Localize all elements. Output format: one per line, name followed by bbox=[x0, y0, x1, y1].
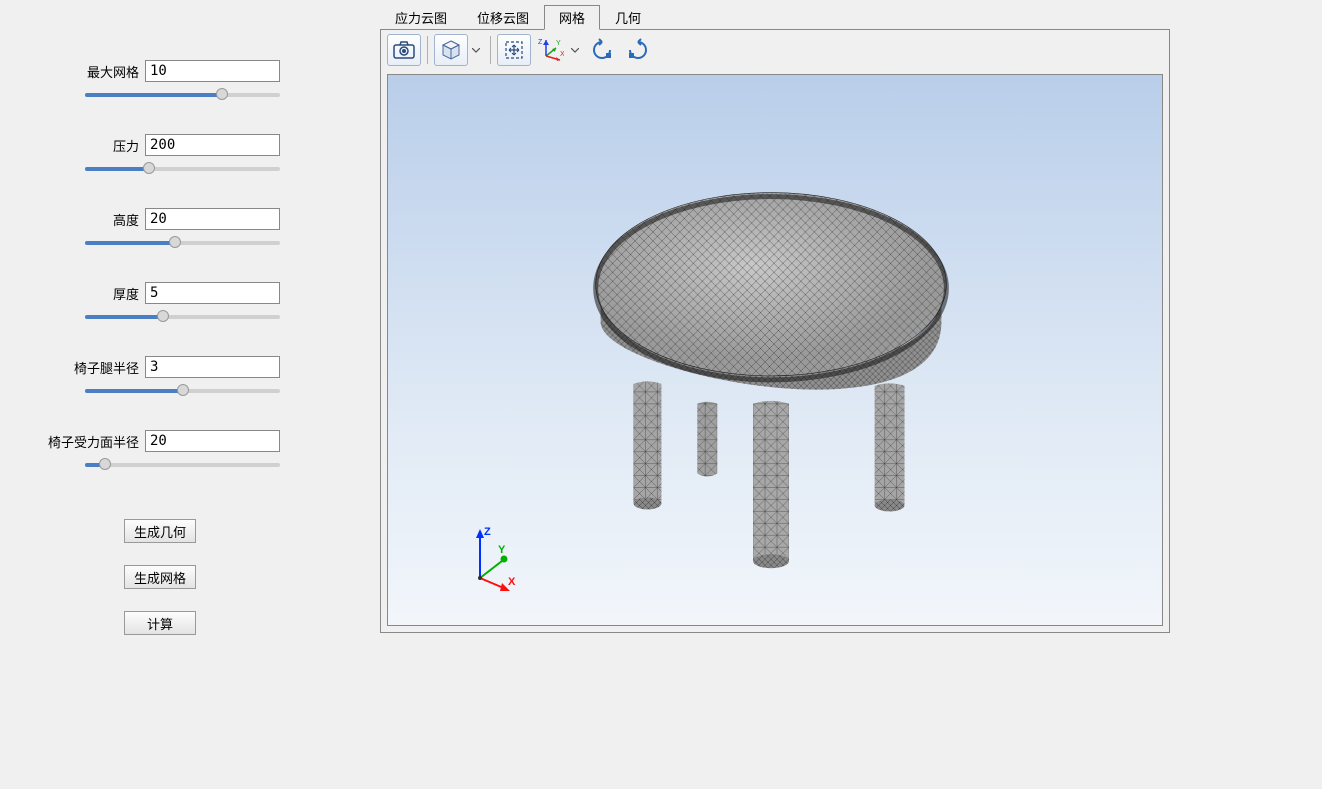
tab-geometry[interactable]: 几何 bbox=[600, 5, 656, 30]
viewport-3d[interactable]: Z Y X bbox=[387, 74, 1163, 626]
svg-text:Y: Y bbox=[498, 544, 506, 556]
slider-thickness[interactable] bbox=[85, 308, 280, 326]
label-thickness: 厚度 bbox=[113, 284, 139, 303]
input-leg-radius[interactable] bbox=[145, 356, 280, 378]
screenshot-button[interactable] bbox=[387, 34, 421, 66]
rotate-ccw-icon bbox=[589, 37, 615, 63]
slider-height[interactable] bbox=[85, 234, 280, 252]
generate-geometry-button[interactable]: 生成几何 bbox=[124, 519, 196, 543]
cube-icon bbox=[440, 39, 462, 61]
fit-view-button[interactable] bbox=[497, 34, 531, 66]
viewer-toolbar: X Y Z bbox=[381, 30, 1169, 70]
viewer-frame: X Y Z bbox=[380, 29, 1170, 633]
slider-surface-radius[interactable] bbox=[85, 456, 280, 474]
label-pressure: 压力 bbox=[113, 136, 139, 155]
view-cube-dropdown[interactable] bbox=[468, 34, 484, 66]
input-pressure[interactable] bbox=[145, 134, 280, 156]
rotate-cw-icon bbox=[625, 37, 651, 63]
chevron-down-icon bbox=[472, 48, 480, 53]
axis-orientation-dropdown[interactable] bbox=[567, 34, 583, 66]
label-height: 高度 bbox=[113, 210, 139, 229]
slider-max-mesh[interactable] bbox=[85, 86, 280, 104]
rotate-ccw-button[interactable] bbox=[585, 34, 619, 66]
label-leg-radius: 椅子腿半径 bbox=[74, 358, 139, 377]
label-max-mesh: 最大网格 bbox=[87, 62, 139, 81]
generate-mesh-button[interactable]: 生成网格 bbox=[124, 565, 196, 589]
param-row-leg-radius: 椅子腿半径 bbox=[20, 356, 360, 378]
tab-stress[interactable]: 应力云图 bbox=[380, 5, 462, 30]
svg-text:Z: Z bbox=[538, 39, 543, 46]
sidebar: 最大网格 压力 高度 bbox=[0, 0, 380, 789]
input-surface-radius[interactable] bbox=[145, 430, 280, 452]
input-max-mesh[interactable] bbox=[145, 60, 280, 82]
param-row-max-mesh: 最大网格 bbox=[20, 60, 360, 82]
chevron-down-icon bbox=[571, 48, 579, 53]
main-area: 应力云图 位移云图 网格 几何 bbox=[380, 0, 1322, 789]
axis-triad: Z Y X bbox=[460, 523, 520, 583]
tab-mesh[interactable]: 网格 bbox=[544, 5, 600, 30]
svg-text:X: X bbox=[560, 51, 564, 58]
calculate-button[interactable]: 计算 bbox=[124, 611, 196, 635]
rotate-cw-button[interactable] bbox=[621, 34, 655, 66]
input-thickness[interactable] bbox=[145, 282, 280, 304]
param-row-thickness: 厚度 bbox=[20, 282, 360, 304]
svg-text:X: X bbox=[508, 576, 516, 588]
slider-leg-radius[interactable] bbox=[85, 382, 280, 400]
input-height[interactable] bbox=[145, 208, 280, 230]
fit-icon bbox=[503, 39, 525, 61]
axis-orientation-icon: X Y Z bbox=[536, 36, 564, 64]
label-surface-radius: 椅子受力面半径 bbox=[48, 432, 139, 451]
axis-orientation-button[interactable]: X Y Z bbox=[533, 34, 567, 66]
svg-text:Z: Z bbox=[484, 526, 491, 538]
tab-displacement[interactable]: 位移云图 bbox=[462, 5, 544, 30]
param-row-height: 高度 bbox=[20, 208, 360, 230]
slider-pressure[interactable] bbox=[85, 160, 280, 178]
svg-text:Y: Y bbox=[556, 40, 561, 47]
camera-icon bbox=[393, 41, 415, 59]
view-cube-button[interactable] bbox=[434, 34, 468, 66]
param-row-surface-radius: 椅子受力面半径 bbox=[20, 430, 360, 452]
tab-bar: 应力云图 位移云图 网格 几何 bbox=[380, 8, 1322, 30]
param-row-pressure: 压力 bbox=[20, 134, 360, 156]
